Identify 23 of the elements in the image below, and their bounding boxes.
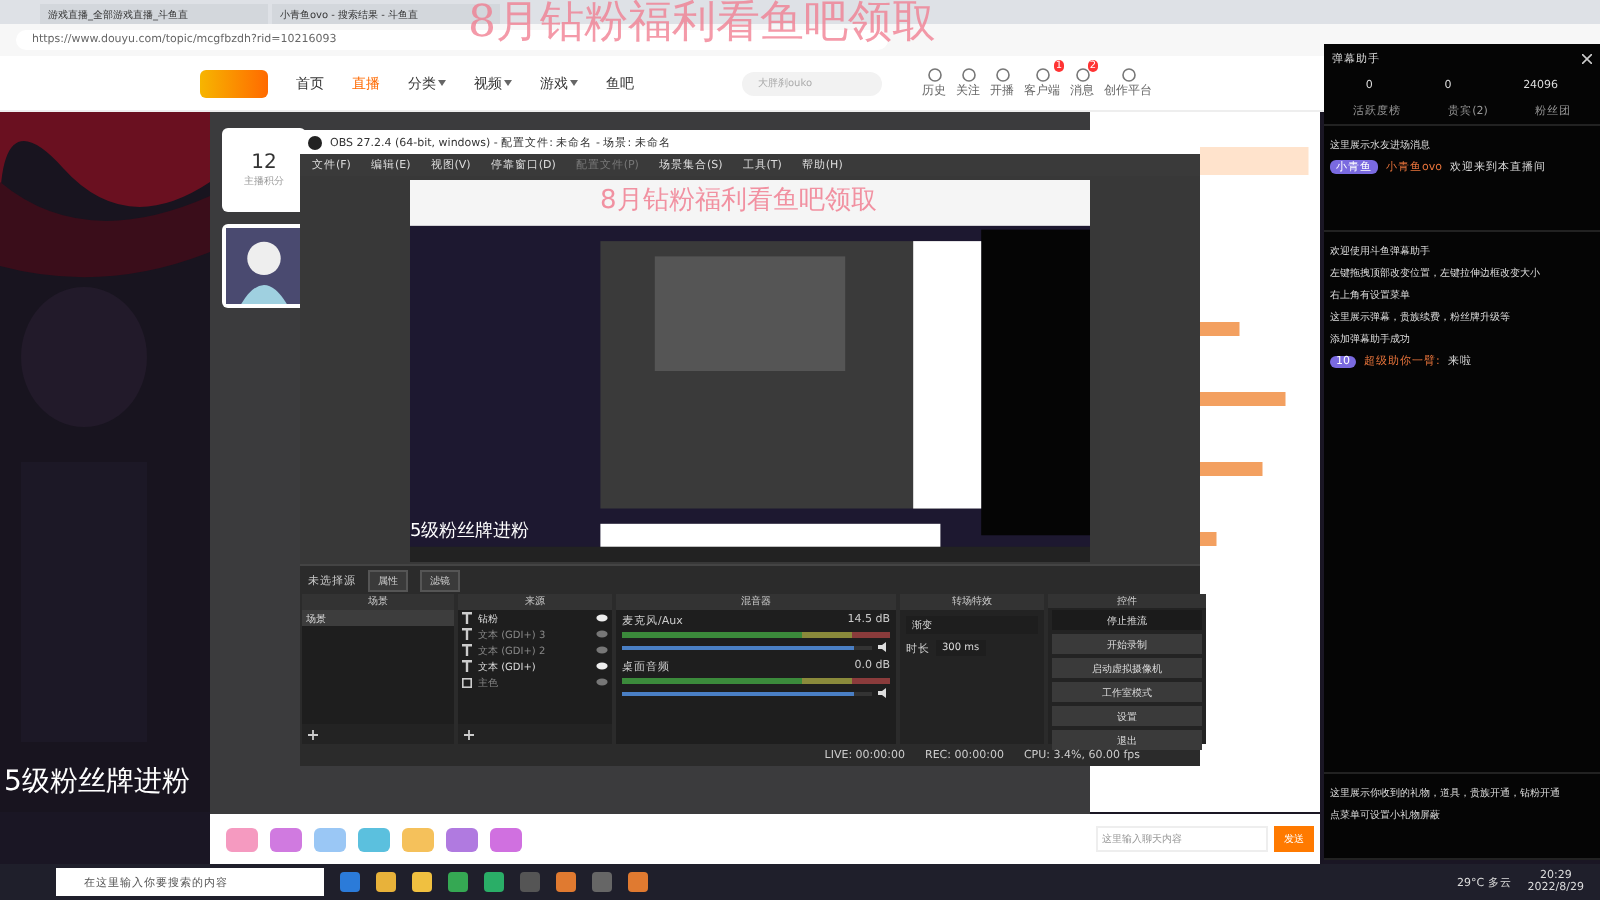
speaker-icon[interactable] [878,688,890,698]
caret-icon [570,80,578,86]
circle-icon [927,67,941,81]
stream-overlay-text: 5级粉丝牌进粉 [4,768,190,796]
add-icon[interactable] [308,729,318,739]
close-icon[interactable] [1582,54,1592,64]
circle-icon [995,67,1009,81]
logo-icon [200,69,268,97]
caret-icon [438,80,446,86]
circle-icon [1121,67,1135,81]
speaker-icon[interactable] [878,642,890,652]
circle-icon [961,67,975,81]
preview-overlay-text: 8月钻粉福利看鱼吧领取 [600,187,877,213]
caret-icon [504,80,512,86]
eye-icon[interactable] [596,614,608,622]
circle-icon [1035,67,1049,81]
window-source-icon [462,677,472,687]
score-value: 12 [251,152,277,174]
eye-icon[interactable] [596,662,608,670]
circle-icon [1075,67,1089,81]
preview-overlay-text: 5级粉丝牌进粉 [410,523,530,541]
app-icon [308,135,322,149]
add-icon[interactable] [464,729,474,739]
